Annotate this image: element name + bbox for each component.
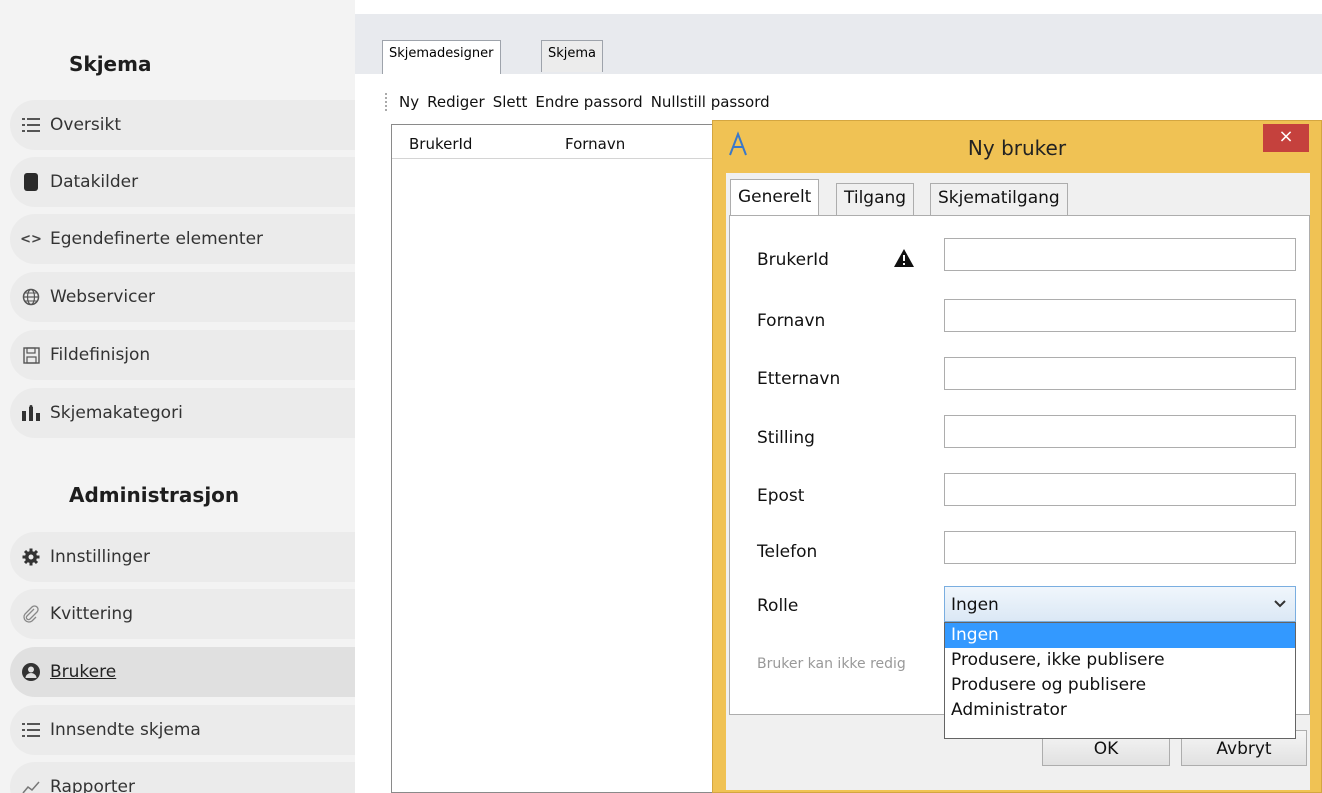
stilling-field[interactable]	[944, 415, 1296, 448]
rolle-label: Rolle	[757, 596, 799, 616]
sidebar-item-datakilder[interactable]: Datakilder	[10, 157, 355, 207]
etternavn-field[interactable]	[944, 357, 1296, 390]
reset-password-button[interactable]: Nullstill passord	[651, 93, 770, 111]
sidebar-item-label: Egendefinerte elementer	[50, 229, 264, 249]
brukerid-label: BrukerId	[757, 250, 829, 270]
role-option-produsere-og-publisere[interactable]: Produsere og publisere	[945, 673, 1295, 698]
sidebar: Skjema Oversikt Datakilder <> Egendefine…	[0, 0, 355, 793]
column-header-fornavn[interactable]: Fornavn	[565, 135, 625, 153]
telefon-label: Telefon	[757, 542, 818, 562]
sidebar-item-oversikt[interactable]: Oversikt	[10, 100, 355, 150]
toolbar-grip[interactable]	[385, 93, 387, 111]
save-icon	[20, 344, 42, 366]
close-icon: ×	[1278, 126, 1294, 147]
warning-icon	[894, 249, 914, 267]
new-button[interactable]: Ny	[399, 93, 419, 111]
change-password-button[interactable]: Endre passord	[535, 93, 642, 111]
general-tab-panel: BrukerId Fornavn Etternavn Stilling Epos…	[729, 215, 1310, 739]
sidebar-item-webservicer[interactable]: Webservicer	[10, 272, 355, 322]
new-user-dialog: Ny bruker × Generelt Tilgang Skjematilga…	[712, 120, 1322, 793]
dialog-title: Ny bruker	[967, 136, 1067, 160]
globe-icon	[20, 286, 42, 308]
delete-button[interactable]: Slett	[493, 93, 528, 111]
sidebar-item-label: Innstillinger	[50, 547, 150, 567]
section-title-skjema: Skjema	[69, 52, 152, 76]
fornavn-label: Fornavn	[757, 311, 826, 331]
role-select[interactable]: Ingen	[944, 586, 1296, 622]
telefon-field[interactable]	[944, 531, 1296, 564]
sidebar-item-label: Oversikt	[50, 115, 121, 135]
gear-icon	[20, 546, 42, 568]
sidebar-item-innstillinger[interactable]: Innstillinger	[10, 532, 355, 582]
sidebar-item-label: Fildefinisjon	[50, 345, 151, 365]
sidebar-item-label: Webservicer	[50, 287, 155, 307]
role-selected-value: Ingen	[951, 595, 999, 615]
sidebar-item-label: Innsendte skjema	[50, 720, 201, 740]
epost-label: Epost	[757, 486, 805, 506]
database-icon	[20, 171, 42, 193]
column-header-brukerid[interactable]: BrukerId	[409, 135, 472, 153]
epost-field[interactable]	[944, 473, 1296, 506]
list-icon	[20, 114, 42, 136]
sidebar-item-label: Brukere	[50, 662, 117, 682]
role-option-ingen[interactable]: Ingen	[945, 623, 1295, 648]
tab-skjemadesigner[interactable]: Skjemadesigner	[382, 40, 501, 74]
sidebar-item-brukere[interactable]: Brukere	[10, 647, 355, 697]
section-title-administrasjon: Administrasjon	[69, 483, 240, 507]
sidebar-item-fildefinisjon[interactable]: Fildefinisjon	[10, 330, 355, 380]
sidebar-item-label: Skjemakategori	[50, 403, 183, 423]
role-option-produsere-ikke-publisere[interactable]: Produsere, ikke publisere	[945, 648, 1295, 673]
chevron-down-icon	[1274, 600, 1286, 608]
brukerid-field[interactable]	[944, 238, 1296, 271]
edit-button[interactable]: Rediger	[427, 93, 485, 111]
sidebar-item-label: Datakilder	[50, 172, 139, 192]
tab-skjematilgang[interactable]: Skjematilgang	[930, 183, 1068, 215]
fornavn-field[interactable]	[944, 299, 1296, 332]
category-icon	[20, 402, 42, 424]
sidebar-item-label: Kvittering	[50, 604, 133, 624]
etternavn-label: Etternavn	[757, 369, 841, 389]
dialog-body: Generelt Tilgang Skjematilgang BrukerId …	[726, 173, 1310, 790]
sidebar-item-innsendte-skjema[interactable]: Innsendte skjema	[10, 705, 355, 755]
sidebar-item-rapporter[interactable]: Rapporter	[10, 762, 355, 793]
sidebar-item-kvittering[interactable]: Kvittering	[10, 589, 355, 639]
chart-icon	[20, 776, 42, 793]
sidebar-item-egendefinerte-elementer[interactable]: <> Egendefinerte elementer	[10, 214, 355, 264]
close-button[interactable]: ×	[1263, 124, 1309, 152]
sidebar-item-skjemakategori[interactable]: Skjemakategori	[10, 388, 355, 438]
user-icon	[20, 661, 42, 683]
role-option-administrator[interactable]: Administrator	[945, 698, 1295, 723]
list-icon	[20, 719, 42, 741]
code-icon: <>	[20, 231, 42, 247]
stilling-label: Stilling	[757, 428, 815, 448]
tab-tilgang[interactable]: Tilgang	[836, 183, 915, 215]
role-dropdown-list: Ingen Produsere, ikke publisere Produser…	[944, 622, 1296, 739]
toolbar: Ny Rediger Slett Endre passord Nullstill…	[385, 88, 770, 116]
hint-text: Bruker kan ikke redig	[757, 656, 906, 672]
tab-skjema[interactable]: Skjema	[541, 40, 604, 72]
sidebar-item-label: Rapporter	[50, 777, 135, 793]
tab-generelt[interactable]: Generelt	[730, 179, 820, 216]
paperclip-icon	[20, 603, 42, 625]
